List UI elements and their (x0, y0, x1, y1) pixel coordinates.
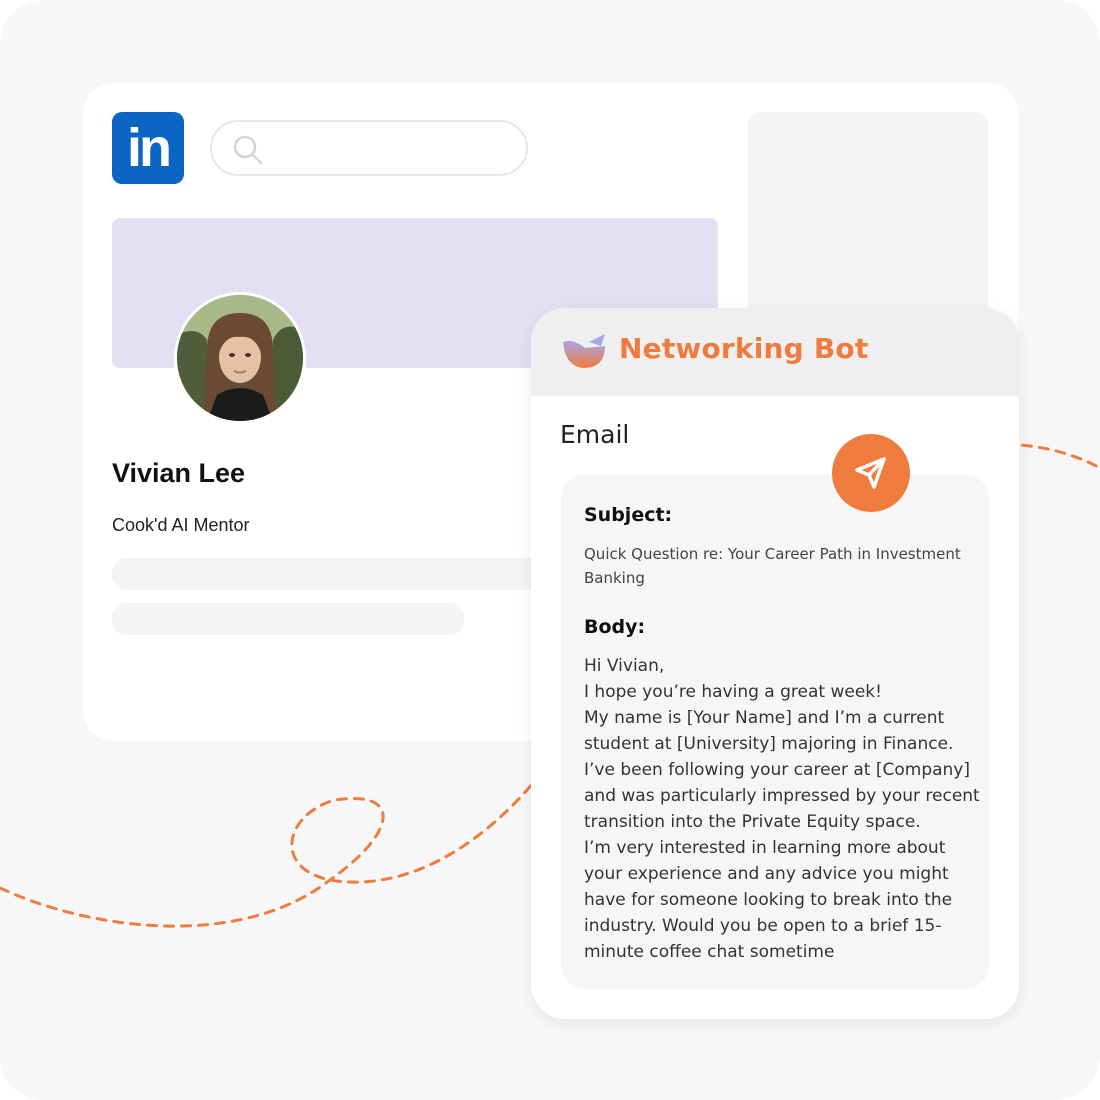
body-line: My name is [Your Name] and I’m a current… (584, 708, 980, 832)
bot-header: Networking Bot (531, 308, 1019, 396)
subject-text: Quick Question re: Your Career Path in I… (584, 545, 961, 587)
linkedin-logo[interactable]: in (112, 112, 184, 184)
skeleton-line (112, 603, 464, 635)
profile-photo (177, 295, 303, 421)
email-draft[interactable]: Subject: Quick Question re: Your Career … (561, 474, 989, 989)
subject-label: Subject: (584, 504, 673, 526)
bot-title: Networking Bot (619, 332, 869, 365)
networking-bot-panel: Networking Bot Email Subject: Quick Ques… (531, 308, 1019, 1019)
page-background: in Vivian Lee Cook'd AI Mentor Networkin… (0, 0, 1100, 1100)
avatar[interactable] (174, 292, 306, 424)
bot-logo-icon (563, 334, 605, 368)
body-line: Hi Vivian, (584, 656, 665, 676)
body-line: I’m very interested in learning more abo… (584, 838, 953, 962)
search-input[interactable] (210, 120, 528, 176)
body-label: Body: (584, 616, 646, 638)
profile-name: Vivian Lee (112, 458, 246, 488)
profile-headline: Cook'd AI Mentor (112, 515, 250, 535)
email-body: Hi Vivian, I hope you’re having a great … (584, 653, 984, 965)
search-icon (233, 135, 263, 165)
send-icon (855, 457, 886, 489)
body-line: I hope you’re having a great week! (584, 682, 882, 702)
send-button[interactable] (832, 434, 910, 512)
skeleton-line (112, 558, 542, 590)
email-section-label: Email (560, 420, 630, 449)
